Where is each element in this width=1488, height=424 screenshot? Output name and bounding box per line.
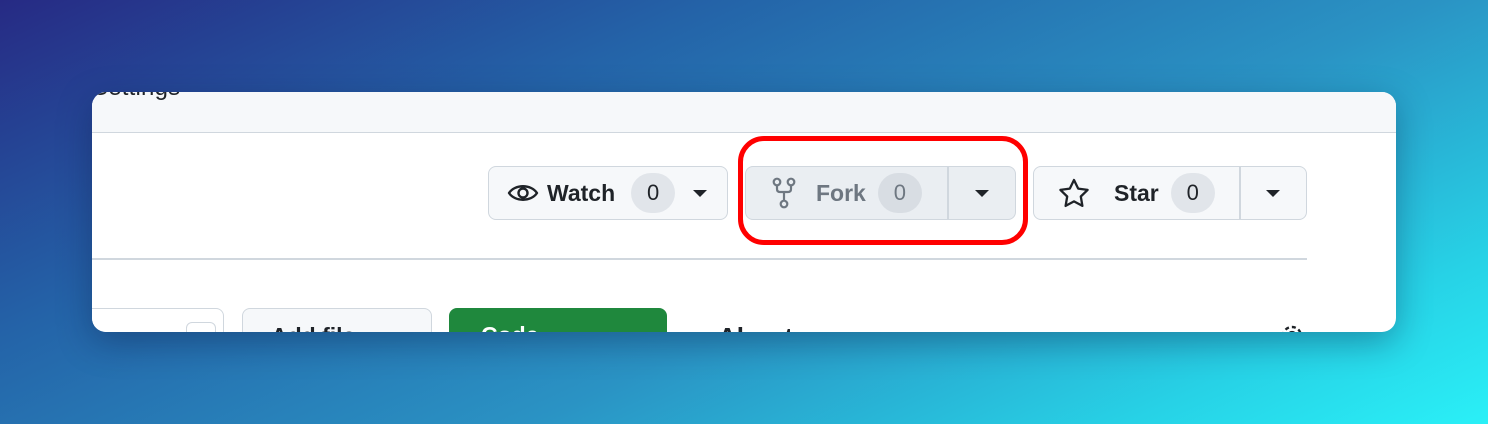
fork-highlight-annotation [738,136,1028,245]
watch-count: 0 [631,173,676,213]
watch-button[interactable]: Watch 0 [489,167,676,219]
section-divider [92,258,1307,260]
star-count: 0 [1170,173,1215,213]
watch-dropdown[interactable] [675,167,723,219]
about-heading: About [718,322,793,332]
star-button-group: Star 0 [1033,166,1307,220]
repo-header-card: Settings Watch 0 [92,92,1396,332]
keyboard-shortcut-hint [186,322,216,332]
chevron-down-icon [693,189,708,197]
star-dropdown[interactable] [1241,167,1304,219]
star-label: Star [1114,179,1159,206]
star-icon [1058,178,1090,208]
watch-button-group: Watch 0 [488,166,728,220]
repo-nav-bar: Settings [92,92,1396,133]
star-button[interactable]: Star 0 [1034,167,1239,219]
nav-item-settings[interactable]: Settings [92,92,180,102]
watch-label: Watch [547,179,616,206]
code-button[interactable]: Code [449,308,667,332]
chevron-down-icon [1265,189,1280,197]
gear-icon[interactable] [1278,322,1306,332]
add-file-button[interactable]: Add file [242,308,432,332]
eye-icon [507,182,539,204]
